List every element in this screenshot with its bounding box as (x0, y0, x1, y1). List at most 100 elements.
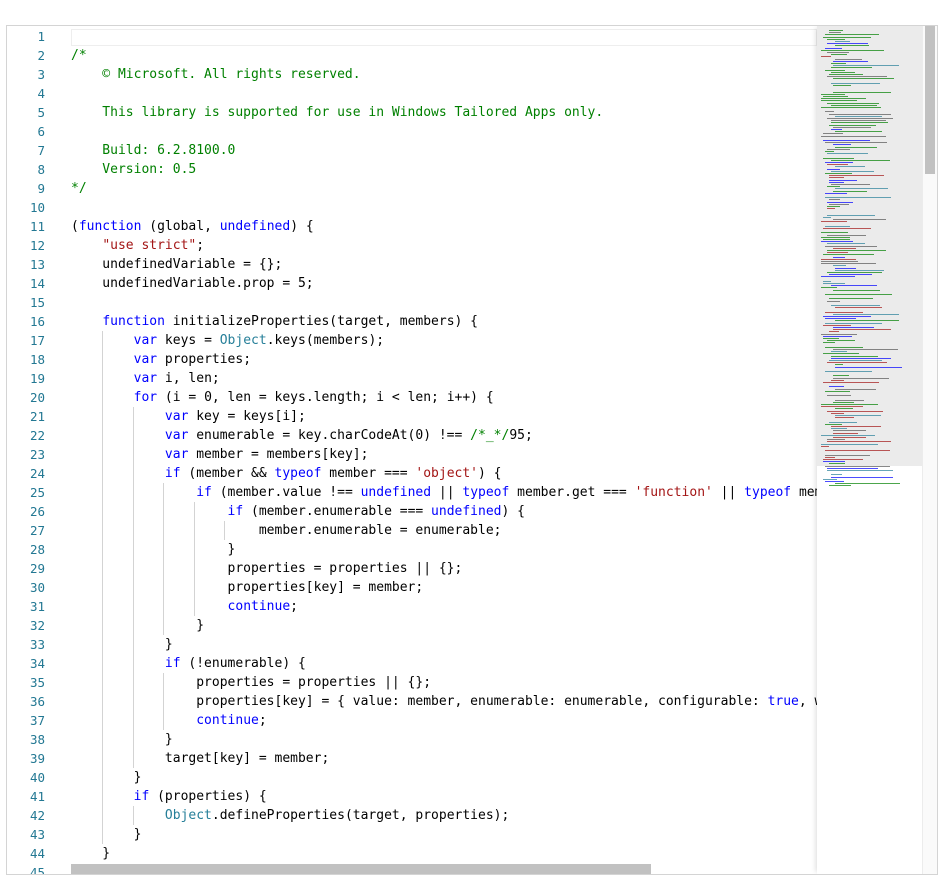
line-number: 41 (29, 789, 45, 804)
code-token: /* (71, 48, 87, 63)
code-token: (member.enumerable === (243, 504, 432, 519)
code-token: undefined (219, 219, 291, 234)
line-number: 3 (37, 67, 45, 82)
minimap-line (823, 217, 831, 218)
minimap-line (831, 82, 880, 84)
line-number: 17 (29, 333, 45, 348)
line-number: 11 (29, 219, 45, 234)
minimap-line (831, 305, 880, 306)
minimap[interactable] (817, 26, 927, 874)
line-number: 24 (29, 466, 45, 481)
code-token: typeof (744, 485, 792, 500)
line-number: 40 (29, 770, 45, 785)
minimap-line (827, 272, 882, 273)
line-number: 2 (37, 48, 45, 63)
minimap-line (827, 250, 886, 251)
line-number: 16 (29, 314, 45, 329)
code-line: if (member.enumerable === undefined) { (71, 502, 525, 521)
minimap-line (827, 470, 893, 471)
horizontal-scrollbar-thumb[interactable] (71, 864, 651, 874)
minimap-line (833, 375, 849, 377)
code-token: } (71, 732, 173, 747)
line-number: 19 (29, 371, 45, 386)
minimap-line (835, 166, 865, 168)
minimap-line (823, 335, 852, 337)
code-token: } (71, 846, 111, 861)
minimap-line (833, 247, 856, 249)
code-token: if (164, 466, 181, 481)
code-line: © Microsoft. All rights reserved. (71, 65, 360, 84)
code-line: properties = properties || {}; (71, 559, 463, 578)
minimap-line (821, 261, 858, 262)
code-token: || (431, 485, 463, 500)
code-token: (member && (180, 466, 275, 481)
vertical-scrollbar-thumb[interactable] (925, 26, 935, 174)
minimap-line (833, 265, 846, 267)
minimap-line (831, 122, 888, 124)
minimap-line (829, 124, 876, 126)
minimap-line (821, 404, 878, 405)
minimap-line (829, 298, 873, 300)
minimap-line (831, 129, 842, 130)
minimap-line (835, 307, 882, 309)
minimap-line (825, 454, 870, 456)
code-token: } (71, 770, 142, 785)
code-token: ) { (478, 466, 502, 481)
minimap-line (835, 415, 881, 416)
code-token: continue (196, 713, 259, 728)
code-line: var member = members[key]; (71, 445, 369, 464)
minimap-line (827, 168, 840, 170)
minimap-line (823, 324, 851, 326)
minimap-line (835, 364, 843, 366)
code-editor[interactable]: 1 2 3 4 5 6 7 8 9 10 11 12 13 14 15 16 17 18 19 20 21 22 23 24 2… (6, 25, 938, 875)
line-number: 6 (37, 124, 45, 139)
minimap-line (821, 236, 850, 238)
code-line: var properties; (71, 350, 251, 369)
vertical-scrollbar[interactable] (922, 26, 937, 874)
code-line: } (71, 768, 142, 787)
minimap-line (831, 355, 878, 357)
minimap-line (827, 410, 883, 412)
code-area[interactable]: /* © Microsoft. All rights reserved. Thi… (71, 26, 817, 874)
line-number: 35 (29, 675, 45, 690)
minimap-line (823, 133, 843, 135)
minimap-line (827, 252, 848, 254)
code-token: properties[key] = { value: member, enume… (71, 694, 768, 709)
minimap-line (829, 179, 857, 181)
code-line: Build: 6.2.8100.0 (71, 141, 235, 160)
code-line: } (71, 635, 173, 654)
minimap-line (823, 283, 845, 284)
minimap-line (823, 353, 859, 355)
line-number: 29 (29, 561, 45, 576)
minimap-line (821, 443, 878, 445)
minimap-line (835, 45, 869, 47)
code-token: initializeProperties(target, members) { (164, 314, 479, 329)
minimap-line (827, 153, 868, 155)
code-token: member = members[key]; (188, 447, 369, 462)
minimap-line (833, 349, 898, 350)
minimap-line (831, 357, 891, 359)
code-token: ) { (290, 219, 314, 234)
minimap-line (823, 459, 863, 460)
code-token: typeof (462, 485, 510, 500)
code-line: target[key] = member; (71, 749, 329, 768)
code-token: Version: 0.5 (71, 162, 197, 177)
code-line: */ (71, 179, 87, 198)
horizontal-scrollbar[interactable] (71, 864, 817, 874)
line-number: 4 (37, 86, 45, 101)
minimap-line (831, 63, 846, 64)
code-line: Version: 0.5 (71, 160, 196, 179)
minimap-line (825, 371, 872, 372)
line-number-gutter[interactable]: 1 2 3 4 5 6 7 8 9 10 11 12 13 14 15 16 17 18 19 20 21 22 23 24 2… (7, 26, 59, 874)
minimap-line (831, 351, 847, 353)
code-line: Object.defineProperties(target, properti… (71, 806, 509, 825)
minimap-line (829, 274, 872, 276)
minimap-line (833, 437, 866, 438)
minimap-line (821, 445, 829, 447)
minimap-line (825, 225, 850, 227)
minimap-line (835, 58, 862, 60)
line-number: 15 (29, 295, 45, 310)
